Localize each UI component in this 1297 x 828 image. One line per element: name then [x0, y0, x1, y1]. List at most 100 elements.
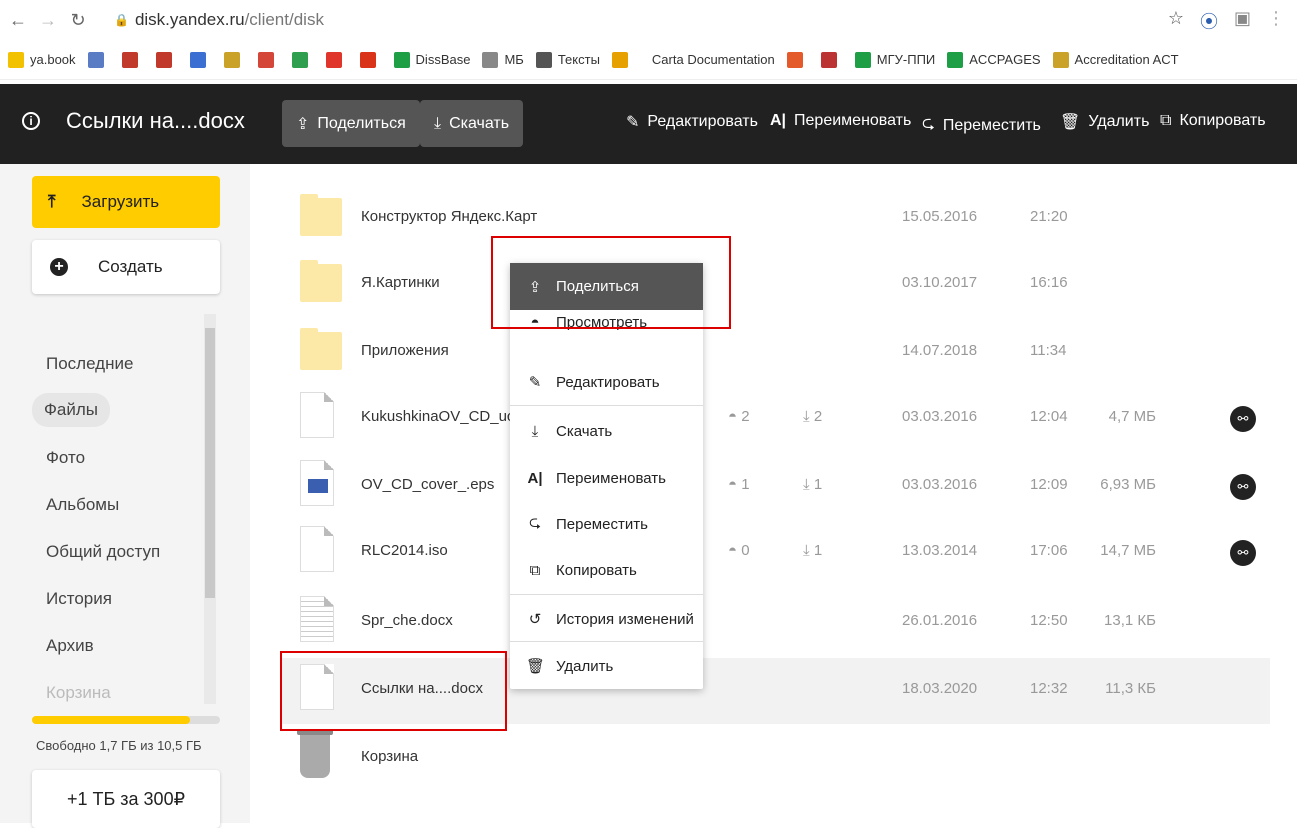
- sidebar-item[interactable]: Последние: [34, 340, 160, 387]
- bookmark-label: Accreditation ACT: [1074, 52, 1179, 67]
- public-link-icon[interactable]: ⚯: [1230, 474, 1256, 500]
- bookmark-icon: [155, 51, 172, 68]
- file-row[interactable]: Приложения 14.07.2018 11:34: [280, 320, 1270, 386]
- bookmark-icon: [393, 51, 410, 68]
- sidebar-item[interactable]: Альбомы: [34, 481, 160, 528]
- bookmark-item[interactable]: [189, 51, 212, 68]
- file-row[interactable]: Я.Картинки 03.10.2017 16:16: [280, 252, 1270, 318]
- menu-icon[interactable]: ⋮: [1267, 8, 1285, 34]
- file-row[interactable]: Spr_che.docx 26.01.2016 12:50 13,1 КБ: [280, 590, 1270, 656]
- buy-space-button[interactable]: +1 ТБ за 300₽: [32, 770, 220, 828]
- share-button[interactable]: ⇪ Поделиться: [282, 100, 420, 147]
- copy-button[interactable]: ⧉ Копировать: [1160, 112, 1266, 130]
- sidebar-item[interactable]: Архив: [34, 622, 160, 669]
- public-link-icon[interactable]: ⚯: [1230, 406, 1256, 432]
- menu-download[interactable]: ⤓ Скачать: [510, 408, 703, 454]
- bookmark-icon: [121, 51, 138, 68]
- file-row[interactable]: Конструктор Яндекс.Карт 15.05.2016 21:20: [280, 186, 1270, 252]
- file-date: 15.05.2016: [902, 208, 978, 225]
- menu-history[interactable]: ↺ История изменений: [510, 596, 703, 642]
- sidebar-scrollbar[interactable]: [204, 314, 216, 704]
- rename-button[interactable]: A| Переименовать: [770, 112, 911, 130]
- bookmark-item[interactable]: [820, 51, 843, 68]
- eye-icon: ◓: [728, 542, 742, 559]
- bookmark-icon: [820, 51, 837, 68]
- file-size: 11,3 КБ: [1105, 680, 1156, 697]
- file-downloads: ⤓ 2: [803, 408, 823, 425]
- delete-button[interactable]: 🗑 Удалить: [1060, 112, 1149, 132]
- sidebar-item[interactable]: Корзина: [34, 669, 160, 716]
- highlight-share-box: [491, 236, 731, 329]
- back-icon[interactable]: ←: [6, 10, 30, 31]
- file-time: 12:04: [1030, 408, 1068, 425]
- menu-delete[interactable]: 🗑 Удалить: [510, 643, 703, 689]
- menu-edit[interactable]: ✎ Редактировать: [510, 359, 703, 405]
- file-date: 26.01.2016: [902, 612, 978, 629]
- edit-button[interactable]: ✎ Редактировать: [626, 112, 758, 132]
- bookmark-item[interactable]: ACCPAGES: [947, 51, 1041, 68]
- bookmark-item[interactable]: Carta Documentation: [646, 52, 775, 68]
- bookmark-icon: [1052, 51, 1069, 68]
- bookmark-item[interactable]: [121, 51, 144, 68]
- bookmark-item[interactable]: ya.book: [8, 51, 76, 68]
- bookmark-item[interactable]: [611, 51, 634, 68]
- move-button[interactable]: ⮎ Переместить: [922, 112, 1041, 139]
- bookmark-item[interactable]: DissBase: [393, 51, 471, 68]
- menu-move[interactable]: ⮎ Переместить: [510, 501, 703, 547]
- lock-icon: 🔒: [114, 13, 129, 27]
- bookmark-icon: [291, 51, 308, 68]
- bookmark-item[interactable]: [325, 51, 348, 68]
- file-row[interactable]: KukushkinaOV_CD_uchet ◓ 2 ⤓ 2 03.03.2016 12:…: [280, 386, 1270, 452]
- bookmark-item[interactable]: [87, 51, 110, 68]
- menu-rename[interactable]: A| Переименовать: [510, 455, 703, 501]
- sidebar-item[interactable]: История: [34, 575, 160, 622]
- rename-icon: A|: [527, 469, 543, 487]
- download-button[interactable]: ⤓ Скачать: [420, 100, 524, 147]
- bookmark-icon: [87, 51, 104, 68]
- image-file-icon: [300, 460, 334, 506]
- upload-button[interactable]: ⤒ Загрузить: [32, 176, 220, 228]
- star-icon[interactable]: ☆: [1168, 8, 1184, 34]
- file-time: 21:20: [1030, 208, 1068, 225]
- file-row[interactable]: Корзина: [280, 726, 1270, 792]
- sidebar-item[interactable]: Фото: [34, 434, 160, 481]
- bookmark-item[interactable]: МБ: [482, 51, 524, 68]
- file-name: OV_CD_cover_.eps: [361, 476, 495, 493]
- copy-icon: ⧉: [529, 561, 541, 579]
- plus-icon: +: [50, 258, 68, 276]
- file-time: 11:34: [1030, 342, 1067, 359]
- extension-icon[interactable]: ⦿: [1200, 8, 1218, 34]
- menu-copy[interactable]: ⧉ Копировать: [510, 547, 703, 593]
- bookmarks-bar: ya.book DissBase МБ Тексты Carta Documentati…: [0, 40, 1297, 80]
- bookmark-item[interactable]: Тексты: [535, 51, 600, 68]
- free-space-text: Свободно 1,7 ГБ из 10,5 ГБ: [36, 738, 202, 753]
- public-link-icon[interactable]: ⚯: [1230, 540, 1256, 566]
- bookmark-label: DissBase: [415, 52, 471, 67]
- url-field[interactable]: disk.yandex.ru/client/disk: [135, 10, 324, 30]
- file-views: ◓ 0: [728, 542, 750, 559]
- bookmark-label: МБ: [504, 52, 524, 67]
- bookmark-item[interactable]: [223, 51, 246, 68]
- bookmark-item[interactable]: МГУ-ППИ: [854, 51, 935, 68]
- bookmark-item[interactable]: [291, 51, 314, 68]
- sidebar-item[interactable]: Файлы: [32, 393, 111, 427]
- file-toolbar: i Ссылки на....docx ⇪ Поделиться ⤓ Скачать…: [0, 84, 1297, 164]
- sidebar-item[interactable]: Общий доступ: [34, 528, 160, 575]
- file-name: RLC2014.iso: [361, 542, 448, 559]
- folder-icon: [300, 328, 342, 370]
- forward-icon[interactable]: →: [36, 10, 60, 31]
- info-icon[interactable]: i: [22, 112, 40, 130]
- file-row[interactable]: RLC2014.iso ◓ 0 ⤓ 1 13.03.2014 17:06 14,7 МБ ⚯: [280, 520, 1270, 586]
- extension-icon[interactable]: ▣: [1234, 8, 1251, 34]
- bookmark-item[interactable]: [155, 51, 178, 68]
- bookmark-item[interactable]: Accreditation ACT: [1052, 51, 1179, 68]
- file-row[interactable]: OV_CD_cover_.eps ◓ 1 ⤓ 1 03.03.2016 12:09 6,9…: [280, 454, 1270, 520]
- reload-icon[interactable]: ↻: [66, 10, 90, 31]
- bookmark-icon: [786, 51, 803, 68]
- bookmark-item[interactable]: [257, 51, 280, 68]
- move-icon: ⮎: [528, 513, 541, 531]
- bookmark-icon: [8, 51, 24, 68]
- bookmark-item[interactable]: [359, 51, 382, 68]
- create-button[interactable]: + Создать: [32, 240, 220, 294]
- bookmark-item[interactable]: [786, 51, 809, 68]
